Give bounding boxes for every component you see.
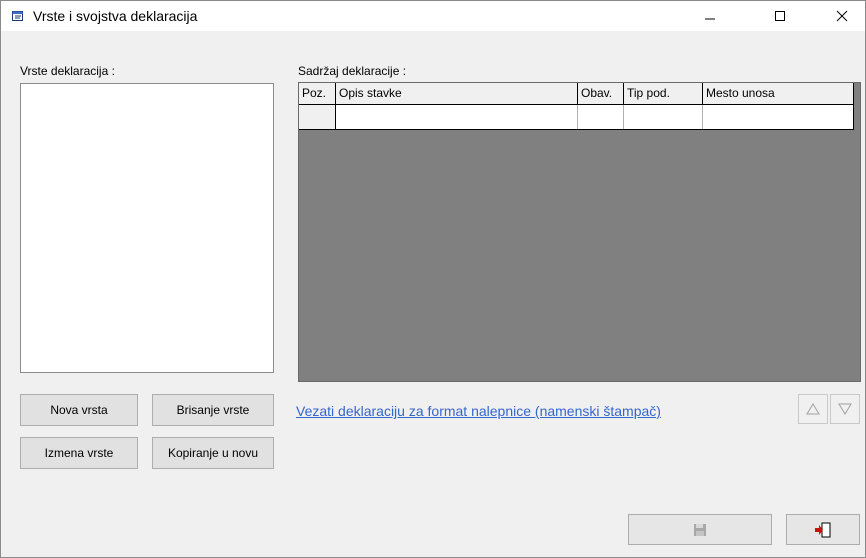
window-title: Vrste i svojstva deklaracija [33, 8, 198, 24]
title-bar: Vrste i svojstva deklaracija [1, 1, 865, 31]
link-label-format-link[interactable]: Vezati deklaraciju za format nalepnice (… [296, 403, 661, 419]
cell-mesto-unosa[interactable] [703, 105, 854, 129]
triangle-down-icon [838, 403, 852, 415]
column-header-opis-stavke[interactable]: Opis stavke [336, 83, 578, 104]
declaration-types-label: Vrste deklaracija : [20, 64, 115, 78]
column-header-tip-pod[interactable]: Tip pod. [624, 83, 703, 104]
table-row[interactable] [299, 105, 854, 130]
floppy-disk-icon [694, 523, 706, 536]
column-header-obav[interactable]: Obav. [578, 83, 624, 104]
move-up-button[interactable] [798, 394, 828, 424]
cell-opis-stavke[interactable] [336, 105, 578, 129]
minimize-icon [705, 18, 715, 20]
delete-type-button[interactable]: Brisanje vrste [152, 394, 274, 426]
row-selector[interactable] [299, 105, 336, 129]
cell-tip-pod[interactable] [624, 105, 703, 129]
close-icon [836, 10, 848, 22]
column-header-poz[interactable]: Poz. [299, 83, 336, 104]
declaration-content-grid[interactable]: Poz. Opis stavke Obav. Tip pod. Mesto un… [298, 82, 861, 382]
maximize-button[interactable] [757, 1, 803, 31]
minimize-button[interactable] [687, 1, 733, 31]
close-button[interactable] [819, 1, 865, 31]
move-down-button[interactable] [830, 394, 860, 424]
exit-door-icon [815, 522, 831, 537]
new-type-button[interactable]: Nova vrsta [20, 394, 138, 426]
copy-to-new-button[interactable]: Kopiranje u novu [152, 437, 274, 469]
app-document-icon [11, 9, 25, 23]
maximize-icon [775, 11, 785, 21]
grid-header: Poz. Opis stavke Obav. Tip pod. Mesto un… [299, 83, 854, 105]
save-button[interactable] [628, 514, 772, 545]
declaration-types-list[interactable] [20, 83, 274, 373]
dialog-window: Vrste i svojstva deklaracija Vrste dekla… [0, 0, 866, 558]
triangle-up-icon [806, 403, 820, 415]
column-header-mesto-unosa[interactable]: Mesto unosa [703, 83, 854, 104]
edit-type-button[interactable]: Izmena vrste [20, 437, 138, 469]
cell-obav[interactable] [578, 105, 624, 129]
declaration-content-label: Sadržaj deklaracije : [298, 64, 407, 78]
exit-button[interactable] [786, 514, 860, 545]
